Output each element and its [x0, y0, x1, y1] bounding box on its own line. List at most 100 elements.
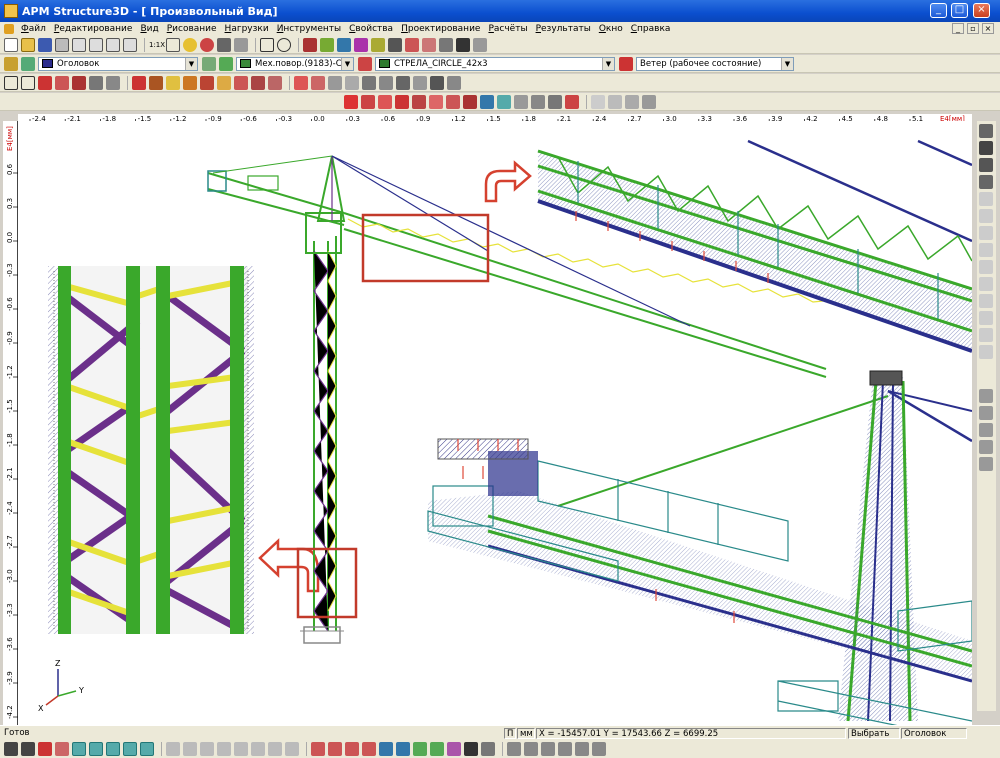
chevron-down-icon[interactable]: ▼ — [185, 57, 197, 70]
menu-tools[interactable]: Инструменты — [273, 24, 345, 34]
rotate-z-icon[interactable] — [354, 37, 368, 52]
copy-icon[interactable] — [89, 37, 103, 52]
section-info-icon[interactable] — [979, 457, 993, 471]
filter-11-icon[interactable] — [481, 742, 495, 756]
display-4-icon[interactable] — [217, 742, 231, 756]
snow-icon[interactable] — [497, 94, 511, 109]
menu-help[interactable]: Справка — [627, 24, 675, 34]
scale-icon[interactable] — [413, 75, 427, 90]
chevron-down-icon[interactable]: ▼ — [781, 57, 793, 70]
display-loads-icon[interactable] — [140, 742, 154, 756]
mdi-minimize-button[interactable]: _ — [952, 23, 964, 34]
layer-combo[interactable]: Оголовок ▼ — [38, 56, 198, 71]
filter-2-icon[interactable] — [328, 742, 342, 756]
render-icon[interactable] — [217, 37, 231, 52]
filter-7-icon[interactable] — [413, 742, 427, 756]
maximize-button[interactable]: □ — [951, 3, 968, 18]
polyline-icon[interactable] — [251, 75, 265, 90]
snap-end-icon[interactable] — [55, 742, 69, 756]
shell-icon[interactable] — [183, 75, 197, 90]
status-snap[interactable]: П — [504, 728, 516, 739]
calc-report-icon[interactable] — [642, 94, 656, 109]
load-case-combo[interactable]: Ветер (рабочее состояние) ▼ — [636, 56, 794, 71]
load-case-manage-icon[interactable] — [531, 94, 545, 109]
snap-grid-icon[interactable] — [4, 742, 18, 756]
menu-design[interactable]: Проектирование — [397, 24, 484, 34]
result-5-icon[interactable] — [575, 742, 589, 756]
pressure-icon[interactable] — [412, 94, 426, 109]
display-1-icon[interactable] — [166, 742, 180, 756]
rotate-x-icon[interactable] — [320, 37, 334, 52]
filter-6-icon[interactable] — [396, 742, 410, 756]
plate-icon[interactable] — [166, 75, 180, 90]
undo-icon[interactable] — [106, 37, 120, 52]
array-icon[interactable] — [379, 75, 393, 90]
select-icon[interactable] — [4, 75, 18, 90]
support-icon[interactable] — [463, 94, 477, 109]
open-icon[interactable] — [21, 37, 35, 52]
section-copy-icon[interactable] — [979, 440, 993, 454]
beam-icon[interactable] — [132, 75, 146, 90]
measure-icon[interactable] — [430, 75, 444, 90]
temperature-icon[interactable] — [429, 94, 443, 109]
tool-4-icon[interactable] — [979, 243, 993, 257]
view-front-icon[interactable] — [979, 124, 993, 138]
print-icon[interactable] — [55, 37, 69, 52]
displacement-icon[interactable] — [446, 94, 460, 109]
cut-icon[interactable] — [72, 37, 86, 52]
tool-2-icon[interactable] — [979, 209, 993, 223]
chevron-down-icon[interactable]: ▼ — [602, 57, 614, 70]
mesh-icon[interactable] — [328, 75, 342, 90]
menu-loads[interactable]: Нагрузки — [221, 24, 273, 34]
filter-8-icon[interactable] — [430, 742, 444, 756]
hide-icon[interactable] — [234, 37, 248, 52]
spline-icon[interactable] — [234, 75, 248, 90]
beam-load-icon[interactable] — [395, 94, 409, 109]
display-5-icon[interactable] — [234, 742, 248, 756]
display-6-icon[interactable] — [251, 742, 265, 756]
menu-view[interactable]: Вид — [136, 24, 162, 34]
scale-button[interactable]: 1:1X — [149, 38, 165, 52]
result-2-icon[interactable] — [524, 742, 538, 756]
tool-8-icon[interactable] — [979, 311, 993, 325]
display-2-icon[interactable] — [183, 742, 197, 756]
filter-3-icon[interactable] — [345, 742, 359, 756]
new-icon[interactable] — [4, 37, 18, 52]
zoom-all-icon[interactable] — [456, 37, 470, 52]
zoom-in-icon[interactable] — [405, 37, 419, 52]
solid-icon[interactable] — [200, 75, 214, 90]
menu-file[interactable]: Файл — [17, 24, 50, 34]
close-button[interactable]: × — [973, 3, 990, 18]
menu-calculations[interactable]: Расчёты — [484, 24, 531, 34]
display-7-icon[interactable] — [268, 742, 282, 756]
move-icon[interactable] — [89, 75, 103, 90]
result-4-icon[interactable] — [558, 742, 572, 756]
view-iso-icon[interactable] — [979, 175, 993, 189]
pan-icon[interactable] — [371, 37, 385, 52]
tool-10-icon[interactable] — [979, 345, 993, 359]
display-beams-icon[interactable] — [89, 742, 103, 756]
calc-icon[interactable] — [591, 94, 605, 109]
view-side-icon[interactable] — [979, 158, 993, 172]
refresh-icon[interactable] — [473, 37, 487, 52]
load-delete-icon[interactable] — [565, 94, 579, 109]
delete-node-icon[interactable] — [72, 75, 86, 90]
display-8-icon[interactable] — [285, 742, 299, 756]
load-case-icon[interactable] — [619, 56, 633, 71]
select-window-icon[interactable] — [21, 75, 35, 90]
rotate-icon[interactable] — [396, 75, 410, 90]
section-manager-icon[interactable] — [219, 56, 233, 71]
display-plates-icon[interactable] — [106, 742, 120, 756]
section-icon[interactable] — [202, 56, 216, 71]
chevron-down-icon[interactable]: ▼ — [341, 57, 353, 70]
display-nodes-icon[interactable] — [72, 742, 86, 756]
display-3-icon[interactable] — [200, 742, 214, 756]
result-6-icon[interactable] — [592, 742, 606, 756]
rect-icon[interactable] — [268, 75, 282, 90]
moment-icon[interactable] — [361, 94, 375, 109]
menu-edit[interactable]: Редактирование — [50, 24, 137, 34]
join-icon[interactable] — [311, 75, 325, 90]
tool-1-icon[interactable] — [979, 192, 993, 206]
copy-node-icon[interactable] — [106, 75, 120, 90]
tool-6-icon[interactable] — [979, 277, 993, 291]
